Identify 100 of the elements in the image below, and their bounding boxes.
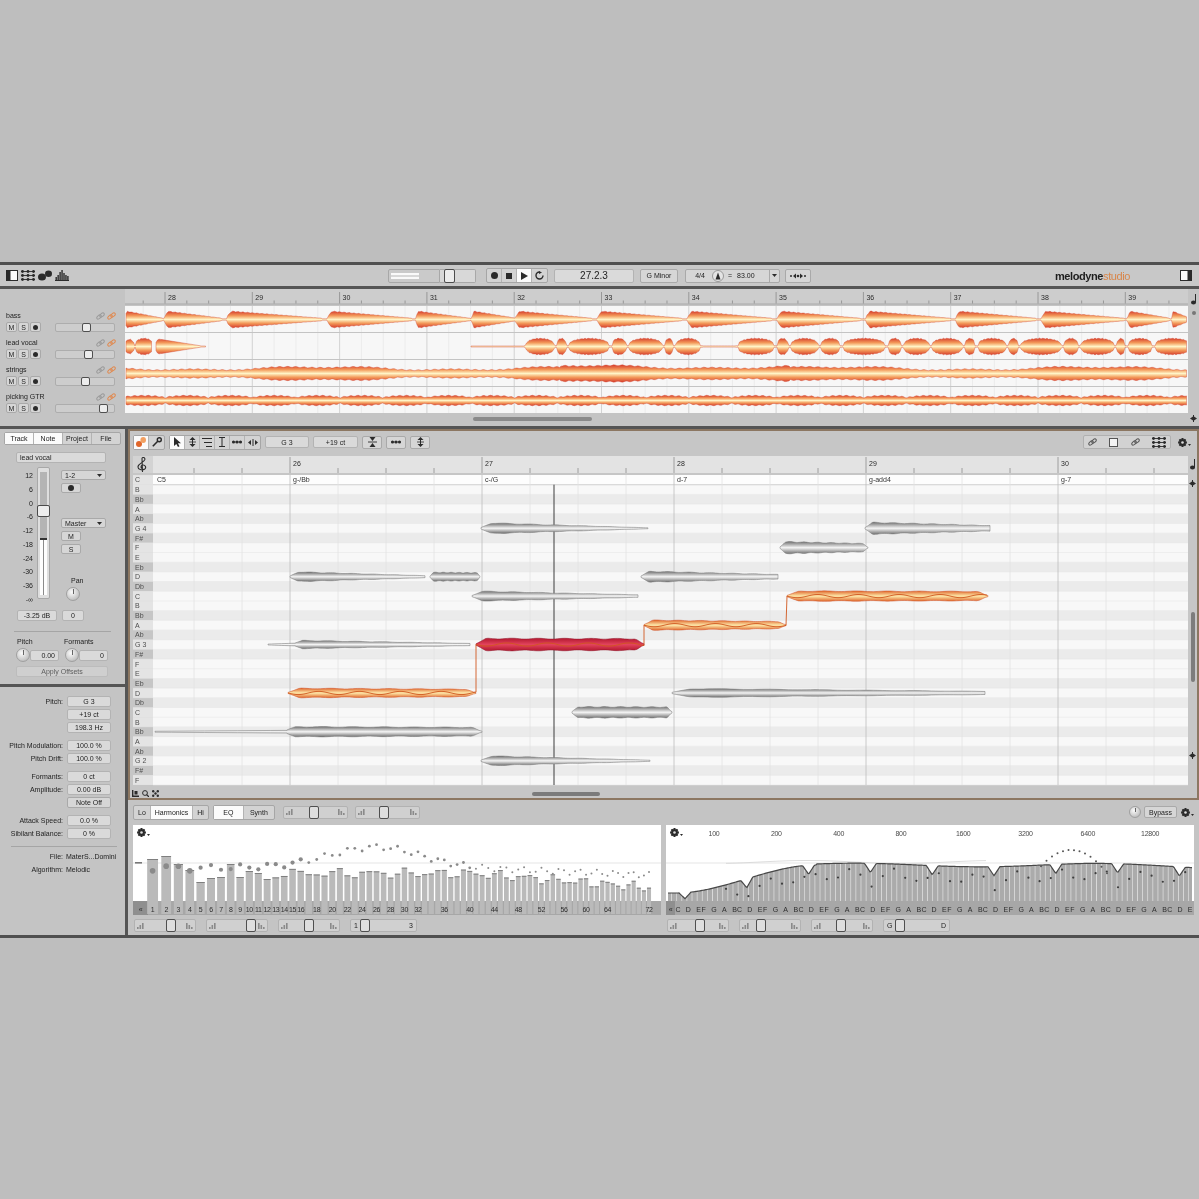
slider-thumb[interactable]: [894, 919, 905, 932]
high-bars-icon: [719, 922, 726, 929]
slider[interactable]: [811, 919, 873, 932]
position-field[interactable]: 27.2.3: [554, 268, 634, 283]
note-blob[interactable]: [779, 541, 869, 555]
slider-thumb[interactable]: [359, 919, 370, 932]
note-blob[interactable]: [786, 590, 989, 602]
list-icon[interactable]: [21, 270, 35, 281]
note-blob[interactable]: [289, 571, 426, 582]
bar-chart-icon[interactable]: [55, 270, 69, 281]
record-button[interactable]: [61, 483, 81, 493]
arrows-button[interactable]: [785, 268, 811, 283]
note-blob[interactable]: [154, 726, 483, 738]
knob[interactable]: [1129, 806, 1142, 818]
pan-knob[interactable]: [66, 587, 80, 601]
dots-icon[interactable]: [152, 790, 159, 797]
note-blob[interactable]: [429, 571, 481, 582]
tool-button[interactable]: [170, 435, 185, 449]
stop-icon: [506, 272, 512, 279]
tool-button[interactable]: [230, 435, 245, 449]
slider[interactable]: [739, 919, 801, 932]
toolbar-button[interactable]: [386, 435, 406, 449]
slider-thumb[interactable]: [246, 919, 257, 932]
stacked-lines-icon: [202, 437, 212, 447]
slider-thumb[interactable]: [309, 805, 320, 819]
split-arrows-icon[interactable]: [1190, 415, 1197, 422]
dot-icon[interactable]: [1191, 311, 1196, 315]
split-arrows-icon[interactable]: [1189, 480, 1196, 487]
fader-thumb[interactable]: [37, 504, 50, 517]
volume-slider[interactable]: [55, 403, 115, 413]
volume-slider[interactable]: [55, 376, 115, 386]
slider-thumb[interactable]: [695, 919, 706, 932]
scrollbar-thumb[interactable]: [532, 791, 600, 796]
blobs-icon[interactable]: [38, 270, 52, 281]
low-bars-icon: [137, 922, 144, 929]
metronome-icon[interactable]: [712, 269, 724, 282]
scrollbar-thumb[interactable]: [1190, 612, 1195, 682]
slider-thumb[interactable]: [165, 919, 176, 932]
music-note-icon[interactable]: [1191, 294, 1196, 305]
slider-thumb[interactable]: [835, 919, 846, 932]
gear-icon[interactable]: [670, 828, 683, 837]
note-blob[interactable]: [471, 590, 639, 602]
pitch-offset-knob[interactable]: [16, 648, 30, 662]
mode-button[interactable]: [149, 435, 164, 449]
slider-thumb[interactable]: [84, 349, 94, 359]
treble-clef-icon[interactable]: [138, 457, 146, 472]
record-button[interactable]: [30, 322, 41, 332]
slider-thumb[interactable]: [304, 919, 314, 932]
toolbar-button[interactable]: [410, 435, 430, 449]
search-icon[interactable]: [142, 790, 149, 797]
slider-thumb[interactable]: [443, 268, 455, 283]
tool-button[interactable]: [200, 435, 215, 449]
record-button[interactable]: [30, 376, 41, 386]
formant-offset-knob[interactable]: [65, 648, 79, 662]
slider[interactable]: [134, 919, 196, 932]
slider-thumb[interactable]: [379, 805, 390, 819]
note-blob[interactable]: [267, 640, 471, 649]
volume-slider[interactable]: [55, 349, 115, 359]
slider[interactable]: [282, 805, 348, 819]
note-blob[interactable]: [287, 687, 477, 699]
record-button[interactable]: [30, 349, 41, 359]
volume-slider[interactable]: [55, 322, 115, 332]
split-arrows-icon[interactable]: [1189, 752, 1196, 759]
note-blob[interactable]: [480, 755, 651, 766]
note-blob[interactable]: [864, 521, 991, 535]
note-blob[interactable]: [640, 571, 779, 583]
note-blob[interactable]: [480, 522, 649, 534]
slider[interactable]: [354, 805, 420, 819]
low-bars-icon: [281, 922, 288, 929]
tempo-menu-button[interactable]: [769, 269, 779, 282]
gear-icon[interactable]: [137, 828, 150, 837]
record-icon: [68, 485, 74, 491]
panel-toggle-icon[interactable]: [6, 270, 18, 281]
high-bars-icon: [330, 922, 337, 929]
volume-slider[interactable]: [440, 268, 476, 283]
chain-icon[interactable]: [1130, 438, 1140, 446]
slider[interactable]: [667, 919, 729, 932]
chain-icon[interactable]: [1088, 438, 1097, 446]
slider-thumb[interactable]: [99, 403, 109, 413]
music-note-icon[interactable]: [1190, 459, 1195, 470]
gear-icon[interactable]: [1178, 437, 1191, 447]
toolbar-button[interactable]: [362, 435, 382, 449]
slider-thumb[interactable]: [81, 376, 91, 386]
note-blob[interactable]: [671, 688, 986, 698]
square-icon[interactable]: [1109, 437, 1119, 447]
slider[interactable]: [206, 919, 268, 932]
note-blob[interactable]: [643, 619, 787, 631]
slider-thumb[interactable]: [755, 919, 766, 932]
wrench-icon: [151, 437, 162, 447]
note-blob[interactable]: [571, 706, 673, 719]
play-button[interactable]: [517, 269, 532, 282]
slider-thumb[interactable]: [81, 322, 91, 332]
gear-icon[interactable]: [1181, 807, 1194, 817]
scrollbar-thumb[interactable]: [473, 417, 592, 421]
slider[interactable]: [278, 919, 340, 932]
record-button[interactable]: [30, 403, 41, 413]
corner-icon[interactable]: [132, 790, 139, 797]
panel-toggle-icon[interactable]: [1180, 270, 1192, 281]
volume-fader[interactable]: [37, 467, 50, 599]
list-icon[interactable]: [1152, 436, 1166, 448]
